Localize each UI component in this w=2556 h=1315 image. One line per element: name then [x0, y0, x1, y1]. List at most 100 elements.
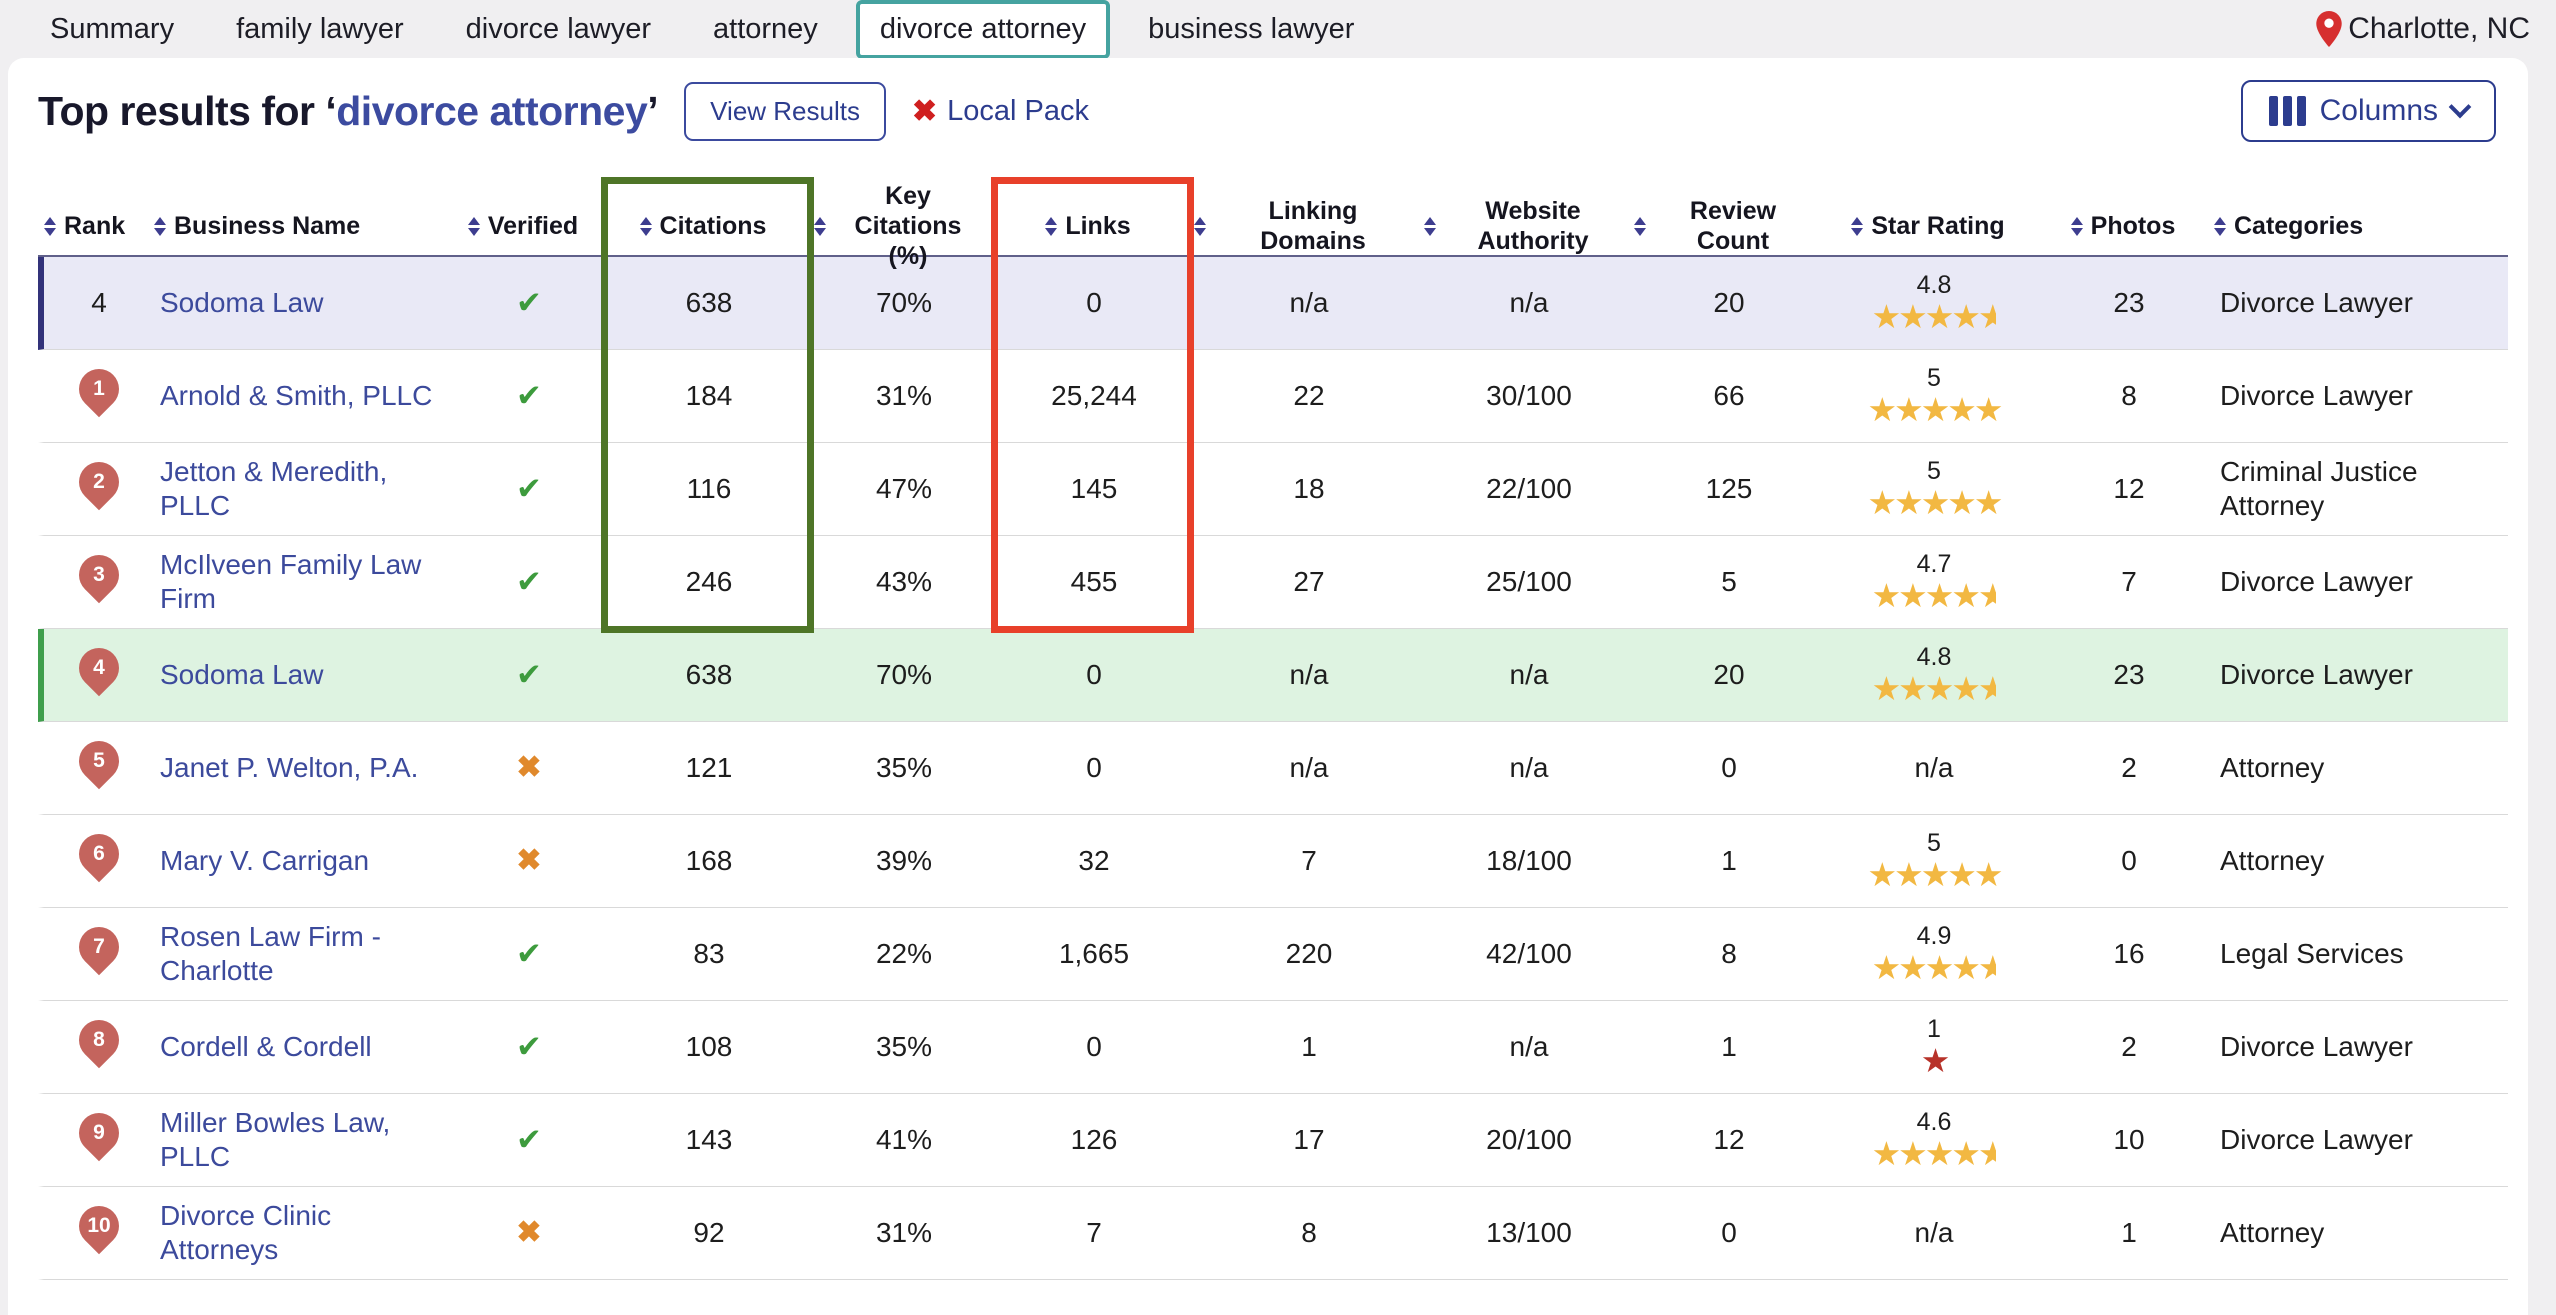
tab-summary[interactable]: Summary: [26, 0, 198, 59]
star-rating-cell: 1★: [1824, 1001, 2044, 1093]
local-pack-label: Local Pack: [947, 95, 1089, 128]
star-rating-cell: n/a: [1824, 722, 2044, 814]
star-rating-value: 4.8: [1917, 645, 1952, 670]
linking-domains-cell: 17: [1194, 1094, 1424, 1186]
verified-cell: ✔: [454, 257, 604, 349]
business-name-link[interactable]: Arnold & Smith, PLLC: [160, 379, 432, 413]
linking-domains-cell: 18: [1194, 443, 1424, 535]
verified-cell: ✖: [454, 815, 604, 907]
rank-pin-number: 6: [79, 834, 119, 874]
tab-divorce-attorney[interactable]: divorce attorney: [856, 0, 1110, 59]
business-name-link[interactable]: Sodoma Law: [160, 658, 323, 692]
rank-cell: 10: [44, 1187, 154, 1279]
rank-pin-icon: 3: [71, 547, 128, 604]
rank-cell: 2: [44, 443, 154, 535]
linking-domains-cell: 27: [1194, 536, 1424, 628]
photos-cell: 12: [2044, 443, 2214, 535]
tab-business-lawyer[interactable]: business lawyer: [1124, 0, 1378, 59]
website-authority-cell: n/a: [1424, 1001, 1634, 1093]
verified-check-icon: ✔: [516, 1030, 542, 1064]
business-name-link[interactable]: Miller Bowles Law, PLLC: [160, 1106, 448, 1174]
verified-check-icon: ✔: [516, 565, 542, 599]
stars-icon: ★★★★★: [1872, 672, 1997, 705]
results-table: RankBusiness NameVerifiedCitationsKey Ci…: [38, 181, 2508, 1280]
business-name-link[interactable]: Janet P. Welton, P.A.: [160, 751, 418, 785]
verified-check-icon: ✔: [516, 1123, 542, 1157]
business-name-link[interactable]: Divorce Clinic Attorneys: [160, 1199, 448, 1267]
tab-divorce-lawyer[interactable]: divorce lawyer: [442, 0, 675, 59]
photos-cell: 7: [2044, 536, 2214, 628]
website-authority-cell: 22/100: [1424, 443, 1634, 535]
business-name-link[interactable]: Sodoma Law: [160, 286, 323, 320]
verified-cell: ✔: [454, 629, 604, 721]
rank-cell: 5: [44, 722, 154, 814]
star-rating-cell: 5★★★★★: [1824, 815, 2044, 907]
rank-pin-icon: 2: [71, 454, 128, 511]
citations-cell: 168: [604, 815, 814, 907]
column-header-label: Photos: [2091, 211, 2176, 241]
key-citations-cell: 41%: [814, 1094, 994, 1186]
business-name-cell: McIlveen Family Law Firm: [154, 536, 454, 628]
links-cell: 0: [994, 629, 1194, 721]
business-name-link[interactable]: McIlveen Family Law Firm: [160, 548, 448, 616]
rank-pin-number: 1: [79, 369, 119, 409]
columns-button[interactable]: Columns: [2241, 80, 2496, 142]
photos-cell: 0: [2044, 815, 2214, 907]
star-rating-cell: 5★★★★★: [1824, 350, 2044, 442]
star-rating: 5★★★★★: [1868, 459, 2001, 519]
table-row: 4Sodoma Law✔63870%0n/an/a204.8★★★★★23Div…: [38, 629, 2508, 722]
website-authority-cell: n/a: [1424, 257, 1634, 349]
categories-cell: Divorce Lawyer: [2214, 629, 2510, 721]
star-rating: 4.6★★★★★: [1872, 1110, 1997, 1170]
linking-domains-cell: n/a: [1194, 629, 1424, 721]
verified-cell: ✔: [454, 350, 604, 442]
verified-check-icon: ✔: [516, 937, 542, 971]
verified-check-icon: ✔: [516, 658, 542, 692]
business-name-link[interactable]: Rosen Law Firm - Charlotte: [160, 920, 448, 988]
column-header-label: Linking Domains: [1214, 196, 1412, 256]
sort-icon: [44, 217, 56, 236]
table-row: 4Sodoma Law✔63870%0n/an/a204.8★★★★★23Div…: [38, 257, 2508, 350]
view-results-button[interactable]: View Results: [684, 82, 886, 141]
star-rating: 4.7★★★★★: [1872, 552, 1997, 612]
sort-icon: [814, 217, 826, 236]
business-name-cell: Mary V. Carrigan: [154, 815, 454, 907]
table-row: 6Mary V. Carrigan✖16839%32718/10015★★★★★…: [38, 815, 2508, 908]
verified-cell: ✔: [454, 536, 604, 628]
business-name-link[interactable]: Jetton & Meredith, PLLC: [160, 455, 448, 523]
categories-cell: Divorce Lawyer: [2214, 1001, 2510, 1093]
tab-family-lawyer[interactable]: family lawyer: [212, 0, 428, 59]
star-rating-value: 4.8: [1917, 273, 1952, 298]
table-row: 1Arnold & Smith, PLLC✔18431%25,2442230/1…: [38, 350, 2508, 443]
location-pin-icon: [2316, 11, 2342, 47]
star-rating-cell: 4.9★★★★★: [1824, 908, 2044, 1000]
stars-icon: ★: [1921, 1044, 1948, 1077]
review-count-cell: 66: [1634, 350, 1824, 442]
star-rating-cell: 4.6★★★★★: [1824, 1094, 2044, 1186]
rank-pin-icon: 5: [71, 733, 128, 790]
business-name-cell: Janet P. Welton, P.A.: [154, 722, 454, 814]
rank-pin-icon: 9: [71, 1105, 128, 1162]
local-pack-toggle[interactable]: ✖ Local Pack: [912, 94, 1089, 129]
website-authority-cell: 20/100: [1424, 1094, 1634, 1186]
sort-icon: [154, 217, 166, 236]
business-name-link[interactable]: Mary V. Carrigan: [160, 844, 369, 878]
location-indicator[interactable]: Charlotte, NC: [2316, 11, 2530, 47]
rank-cell: 7: [44, 908, 154, 1000]
links-cell: 1,665: [994, 908, 1194, 1000]
tab-attorney[interactable]: attorney: [689, 0, 842, 59]
stars-icon: ★★★★★: [1872, 579, 1997, 612]
rank-pin-number: 9: [79, 1113, 119, 1153]
key-citations-cell: 31%: [814, 1187, 994, 1279]
business-name-cell: Arnold & Smith, PLLC: [154, 350, 454, 442]
business-name-link[interactable]: Cordell & Cordell: [160, 1030, 372, 1064]
column-header-label: Verified: [488, 211, 578, 241]
rank-pin-number: 3: [79, 555, 119, 595]
star-rating: n/a: [1915, 754, 1954, 782]
chevron-down-icon: [2449, 96, 2472, 119]
column-header-label: Business Name: [174, 211, 360, 241]
star-rating: 1★: [1921, 1017, 1948, 1077]
sort-icon: [468, 217, 480, 236]
table-row: 3McIlveen Family Law Firm✔24643%4552725/…: [38, 536, 2508, 629]
star-rating-cell: 4.7★★★★★: [1824, 536, 2044, 628]
